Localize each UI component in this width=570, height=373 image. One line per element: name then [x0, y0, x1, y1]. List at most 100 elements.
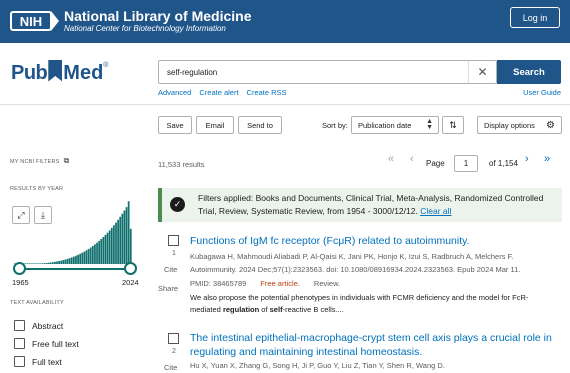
- result-type: Review.: [313, 279, 341, 288]
- histogram-bar: [104, 234, 107, 264]
- advanced-link[interactable]: Advanced: [158, 88, 191, 97]
- filter-free-full-text[interactable]: Free full text: [14, 338, 79, 349]
- histogram-bar: [123, 210, 126, 264]
- login-button[interactable]: Log in: [510, 7, 560, 28]
- page-total: of 1,154: [489, 159, 518, 168]
- divider: [0, 104, 570, 105]
- search-query: self-regulation: [167, 67, 218, 77]
- histogram-bar: [77, 254, 79, 264]
- histogram-bar: [96, 242, 98, 264]
- histogram-bar: [129, 228, 132, 264]
- create-alert-link[interactable]: Create alert: [199, 88, 238, 97]
- send-to-button[interactable]: Send to: [238, 116, 282, 134]
- histogram-bar: [117, 219, 119, 264]
- save-button[interactable]: Save: [158, 116, 192, 134]
- display-options-button[interactable]: Display options ⚙: [477, 116, 562, 134]
- bookmark-icon: [48, 59, 63, 82]
- snippet-highlight: regulation: [222, 305, 260, 314]
- histogram-bar: [125, 207, 128, 264]
- histogram-bar: [28, 263, 31, 264]
- share-button[interactable]: Share: [158, 284, 178, 293]
- histogram-bar: [115, 222, 117, 264]
- result-checkbox[interactable]: [168, 333, 179, 344]
- page-label: Page: [426, 159, 445, 168]
- filter-full-text[interactable]: Full text: [14, 356, 62, 367]
- prev-page-icon[interactable]: ‹: [410, 153, 414, 165]
- year-start-label: 1965: [12, 278, 29, 287]
- histogram-bar: [41, 263, 44, 264]
- gear-icon: ⚙: [546, 119, 555, 131]
- result-number: 1: [172, 250, 176, 257]
- last-page-icon[interactable]: »: [544, 153, 550, 165]
- check-circle-icon: ✓: [170, 197, 185, 212]
- histogram-bar: [32, 263, 35, 264]
- histogram-bar: [37, 263, 39, 264]
- year-slider-end-handle[interactable]: [124, 262, 137, 275]
- histogram-bar: [73, 256, 75, 264]
- histogram-bar: [54, 261, 56, 264]
- next-page-icon[interactable]: ›: [525, 153, 529, 165]
- my-ncbi-filters-heading[interactable]: MY NCBI FILTERS ⧉: [10, 156, 69, 166]
- histogram-bar: [119, 216, 122, 264]
- result-title[interactable]: The intestinal epithelial-macrophage-cry…: [190, 331, 562, 359]
- filter-abstract[interactable]: Abstract: [14, 320, 63, 331]
- page-number-input[interactable]: 1: [454, 155, 478, 172]
- histogram-bar: [64, 259, 67, 264]
- histogram-bar: [113, 225, 115, 264]
- result-snippet: We also propose the potential phenotypes…: [190, 292, 562, 316]
- search-sub-links: Advanced Create alert Create RSS: [158, 88, 287, 97]
- histogram-bar: [58, 261, 60, 264]
- result-checkbox[interactable]: [168, 235, 179, 246]
- result-title[interactable]: Functions of IgM fc receptor (FcμR) rela…: [190, 234, 562, 248]
- nlm-title: National Library of Medicine: [64, 8, 252, 24]
- nih-header: NIH National Library of Medicine Nationa…: [0, 0, 570, 43]
- close-icon[interactable]: ✕: [468, 61, 496, 83]
- result-citation: Autoimmunity. 2024 Dec;57(1):2323563. do…: [190, 265, 521, 274]
- histogram-bar: [49, 262, 52, 264]
- checkbox[interactable]: [14, 320, 25, 331]
- pubmed-logo[interactable]: Pub Med ®: [11, 59, 109, 85]
- cite-button[interactable]: Cite: [164, 363, 177, 372]
- logo-med: Med: [63, 62, 104, 84]
- histogram-bar: [121, 213, 124, 264]
- search-input[interactable]: self-regulation ✕: [158, 60, 497, 84]
- create-rss-link[interactable]: Create RSS: [247, 88, 287, 97]
- histogram-bar: [79, 253, 82, 264]
- snippet-text: -reactive B cells....: [282, 305, 344, 314]
- sort-select[interactable]: Publication date ▲ ▼: [351, 116, 439, 134]
- clear-all-link[interactable]: Clear all: [420, 206, 451, 216]
- filter-free-full-text-label: Free full text: [32, 338, 79, 349]
- nlm-logo[interactable]: NIH National Library of Medicine Nationa…: [10, 8, 251, 34]
- user-guide-link[interactable]: User Guide: [523, 88, 561, 97]
- histogram-bar: [56, 261, 58, 264]
- sort-direction-button[interactable]: ⇅: [442, 116, 464, 134]
- external-link-icon: ⧉: [63, 156, 70, 165]
- filters-applied-label: Filters applied: Books and Documents, Cl…: [198, 193, 544, 216]
- text-availability-heading: TEXT AVAILABILITY: [10, 300, 64, 306]
- checkbox[interactable]: [14, 356, 25, 367]
- registered-mark: ®: [103, 62, 109, 69]
- histogram-bar: [98, 240, 101, 264]
- year-slider-start-handle[interactable]: [13, 262, 26, 275]
- free-article-badge: Free article.: [260, 279, 300, 288]
- nih-badge: NIH: [10, 11, 59, 31]
- histogram-bar: [70, 257, 73, 264]
- year-histogram[interactable]: [14, 200, 132, 264]
- histogram-bar: [60, 260, 63, 264]
- histogram-bar: [110, 227, 113, 264]
- first-page-icon[interactable]: «: [388, 153, 394, 165]
- search-button[interactable]: Search: [497, 60, 561, 84]
- result-pmid: PMID: 38465789: [190, 279, 247, 288]
- filter-abstract-label: Abstract: [32, 320, 64, 331]
- histogram-bar: [100, 239, 103, 264]
- histogram-bar: [51, 262, 54, 264]
- filters-applied-banner: ✓ Filters applied: Books and Documents, …: [158, 188, 562, 222]
- my-ncbi-filters-label: MY NCBI FILTERS: [10, 159, 60, 165]
- histogram-bar: [81, 252, 84, 264]
- result-meta: PMID: 38465789 Free article. Review.: [190, 279, 340, 288]
- year-slider-track[interactable]: [18, 268, 130, 270]
- logo-pub: Pub: [11, 62, 48, 84]
- checkbox[interactable]: [14, 338, 25, 349]
- email-button[interactable]: Email: [196, 116, 234, 134]
- cite-button[interactable]: Cite: [164, 265, 177, 274]
